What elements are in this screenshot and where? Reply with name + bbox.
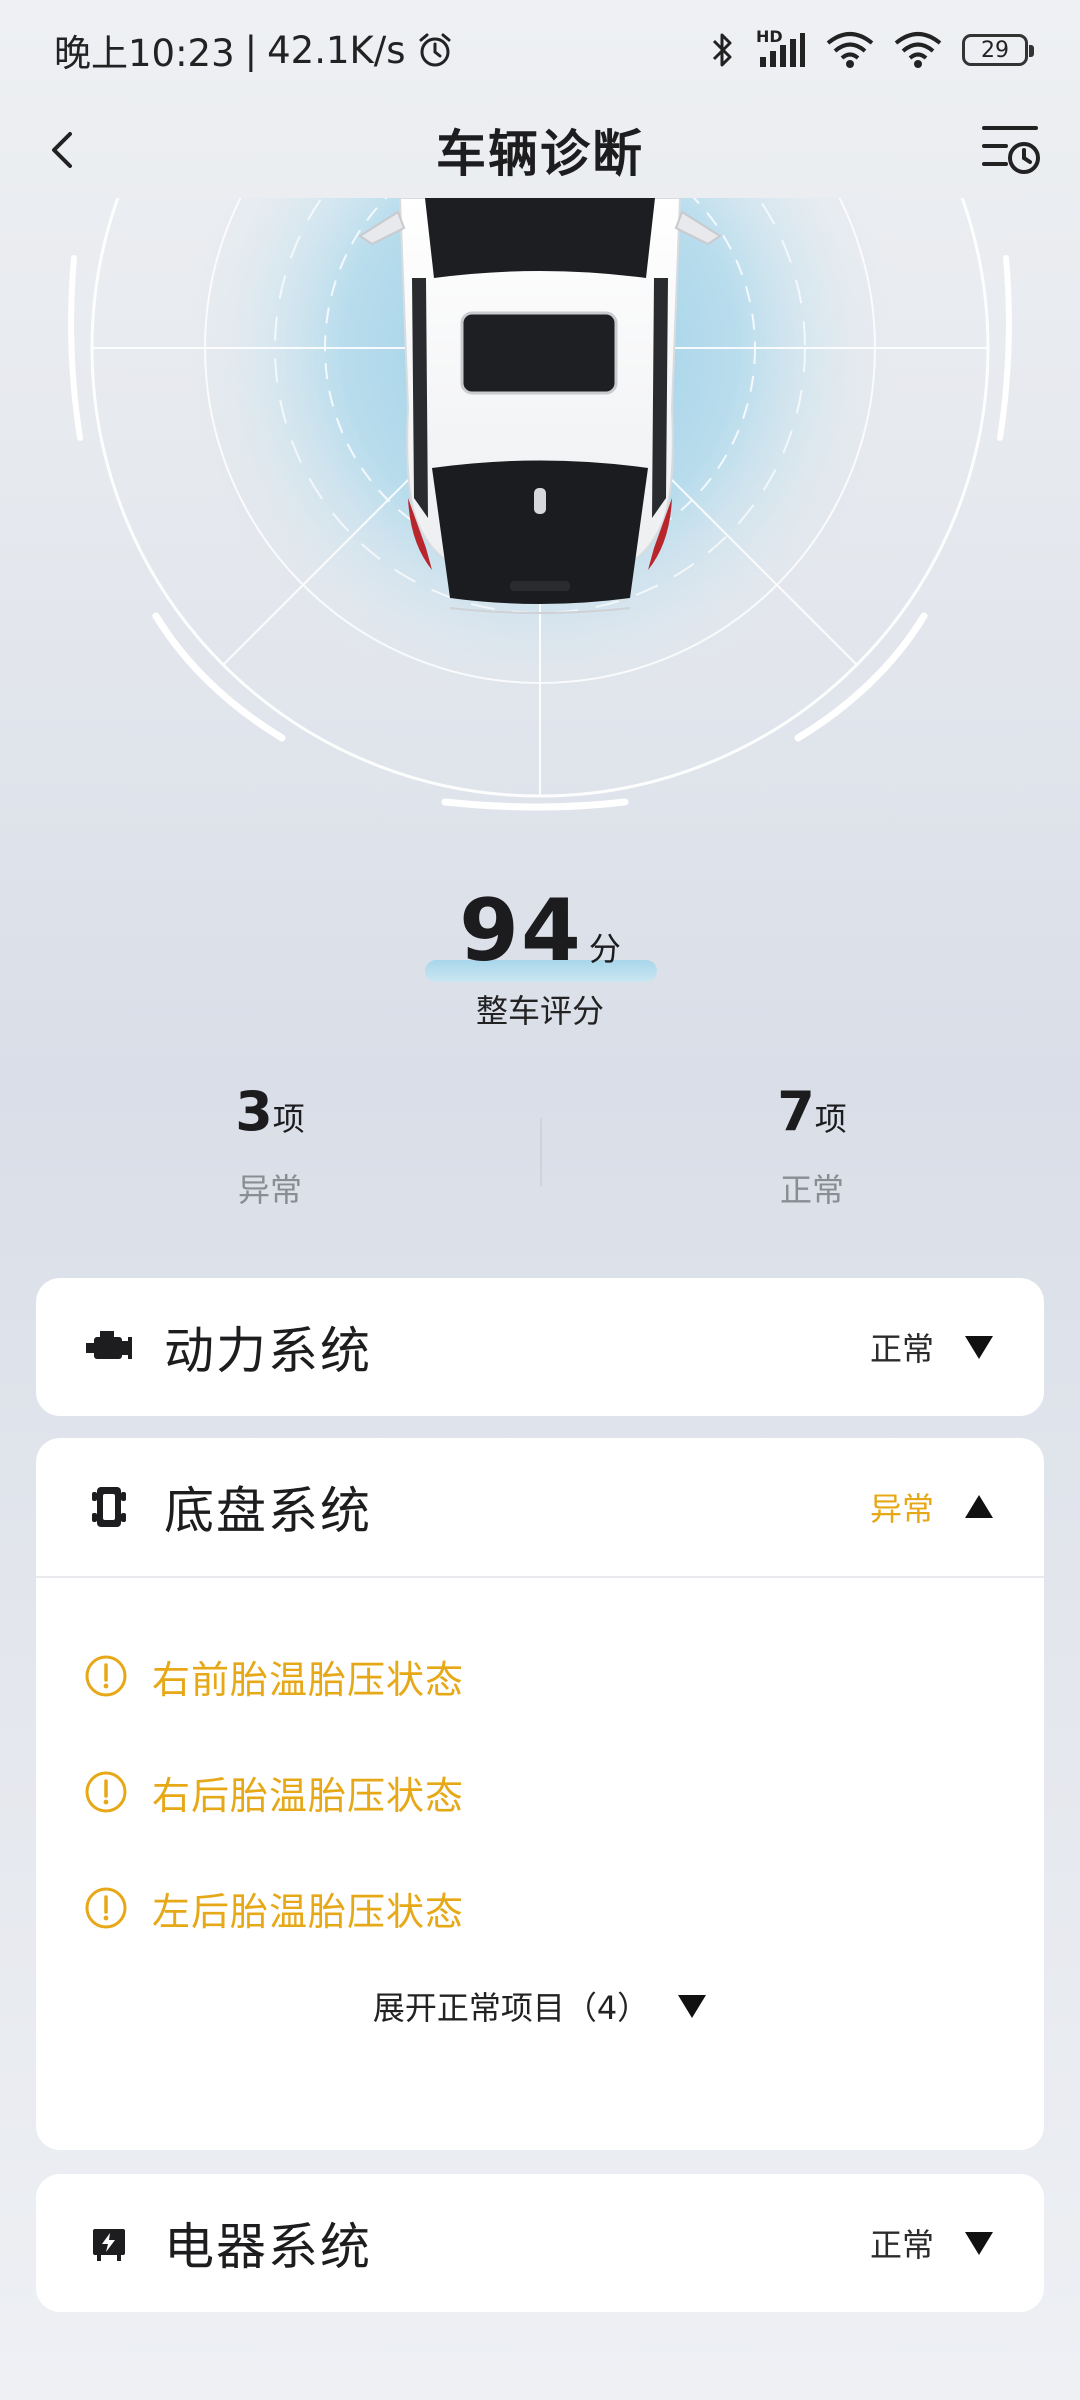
- issue-item[interactable]: 右后胎温胎压状态: [36, 1734, 1044, 1850]
- status-separator: |: [244, 28, 258, 72]
- abnormal-count-value: 3: [235, 1080, 273, 1143]
- score-section: 94 分 整车评分: [0, 886, 1080, 1032]
- system-status: 正常: [869, 2226, 934, 2264]
- system-name: 动力系统: [164, 1322, 372, 1380]
- status-bar: 晚上10:23 | 42.1K/s HD 29: [0, 0, 1080, 100]
- status-right: HD 29: [710, 27, 1034, 69]
- expand-normal-items-button[interactable]: 展开正常项目（4）: [36, 1966, 1044, 2046]
- system-card-header[interactable]: 动力系统 正常: [36, 1278, 1044, 1416]
- radar-illustration: [68, 198, 1012, 811]
- abnormal-label: 异常: [237, 1171, 302, 1209]
- chevron-down-icon: [677, 1991, 707, 2021]
- page-header: 车辆诊断: [0, 100, 1080, 200]
- system-card-chassis: 底盘系统 异常 右前胎温胎压状态 右后胎温胎压状态 左后胎温胎压状态 展开正常项…: [36, 1438, 1044, 2150]
- issue-item[interactable]: 左后胎温胎压状态: [36, 1850, 1044, 1966]
- system-card-header[interactable]: 电器系统 正常: [36, 2174, 1044, 2312]
- cell-signal-icon: HD: [756, 27, 806, 69]
- system-name: 电器系统: [164, 2218, 372, 2276]
- wifi-icon-secondary: [894, 32, 942, 68]
- status-left: 晚上10:23 | 42.1K/s: [54, 23, 454, 77]
- network-speed: 42.1K/s: [267, 28, 406, 72]
- car-radar-visual: [0, 198, 1080, 838]
- system-card-electrical[interactable]: 电器系统 正常: [36, 2174, 1044, 2312]
- chevron-down-icon[interactable]: [964, 2228, 994, 2258]
- bluetooth-icon: [712, 33, 732, 67]
- system-card-power[interactable]: 动力系统 正常: [36, 1278, 1044, 1416]
- summary-counts: 3项 异常 7项 正常: [0, 1080, 1080, 1220]
- alarm-icon: [419, 33, 450, 67]
- engine-icon: [84, 1322, 134, 1372]
- abnormal-count: 3项 异常: [120, 1080, 420, 1211]
- warning-icon: [85, 1887, 127, 1929]
- issue-text: 右后胎温胎压状态: [152, 1773, 465, 1818]
- chevron-down-icon[interactable]: [964, 1332, 994, 1362]
- issue-list: 右前胎温胎压状态 右后胎温胎压状态 左后胎温胎压状态: [36, 1578, 1044, 1966]
- score-unit: 分: [588, 930, 621, 968]
- normal-count-value: 7: [777, 1080, 815, 1143]
- normal-label: 正常: [779, 1171, 844, 1209]
- wifi-icon: [826, 32, 874, 68]
- back-icon[interactable]: [36, 122, 92, 178]
- system-name: 底盘系统: [164, 1482, 372, 1540]
- chevron-up-icon[interactable]: [964, 1492, 994, 1522]
- score-line: 94 分: [0, 881, 1080, 982]
- score-value: 94: [459, 881, 583, 981]
- issue-item[interactable]: 右前胎温胎压状态: [36, 1618, 1044, 1734]
- expand-label: 展开正常项目（4）: [372, 1989, 650, 2027]
- normal-count-unit: 项: [814, 1100, 847, 1138]
- system-card-header[interactable]: 底盘系统 异常: [36, 1438, 1044, 1576]
- history-icon[interactable]: [978, 116, 1042, 180]
- summary-divider: [540, 1118, 542, 1186]
- battery-icon: [84, 2218, 134, 2268]
- warning-icon: [85, 1655, 127, 1697]
- battery-indicator: 29: [962, 34, 1034, 66]
- normal-count: 7项 正常: [662, 1080, 962, 1211]
- system-status: 正常: [869, 1330, 934, 1368]
- page-title: 车辆诊断: [436, 125, 644, 183]
- issue-text: 左后胎温胎压状态: [152, 1889, 465, 1934]
- status-time: 晚上10:23: [54, 32, 235, 75]
- abnormal-count-unit: 项: [272, 1100, 305, 1138]
- system-status: 异常: [869, 1490, 934, 1528]
- issue-text: 右前胎温胎压状态: [152, 1657, 465, 1702]
- warning-icon: [85, 1771, 127, 1813]
- score-label: 整车评分: [475, 992, 604, 1030]
- chassis-icon: [84, 1482, 134, 1532]
- battery-level: 29: [981, 37, 1009, 63]
